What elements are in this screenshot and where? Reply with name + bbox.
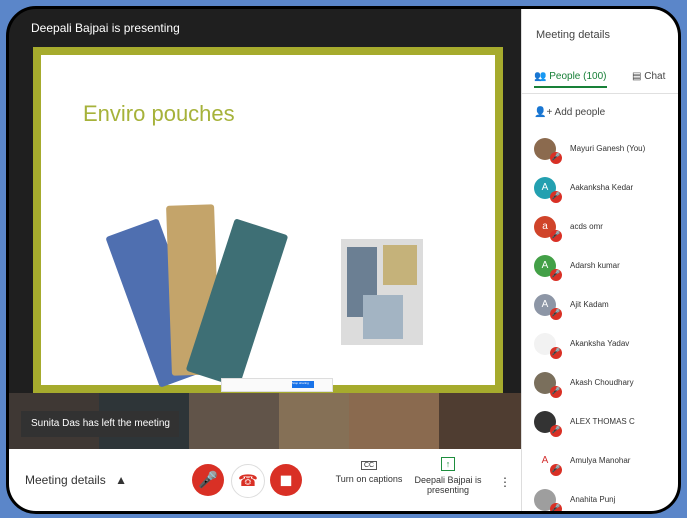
sidebar-title: Meeting details [536,29,610,41]
list-item[interactable]: a 🎤 acds omr [534,207,678,246]
person-name: Akanksha Yadav [570,339,630,348]
video-thumbnails: Sunita Das has left the meeting [9,393,521,449]
captions-button[interactable]: CC Turn on captions [329,459,409,484]
avatar: A 🎤 [534,176,562,203]
list-item[interactable]: 🎤 Akash Choudhary [534,363,678,402]
list-item[interactable]: A 🎤 Adarsh kumar [534,246,678,285]
add-people-label: Add people [554,107,606,118]
tab-chat[interactable]: ▤ Chat [632,71,665,82]
avatar: 🎤 [534,371,562,398]
people-list: 🎤 Mayuri Ganesh (You) A 🎤 Aakanksha Kedar a 🎤 a… [534,129,678,511]
mic-muted-icon: 🎤 [550,502,562,511]
mic-muted-icon: 🎤 [550,346,562,359]
captions-label: Turn on captions [335,474,403,484]
slide-title: Enviro pouches [83,101,235,126]
person-name: acds omr [570,222,603,231]
person-name: Ajit Kadam [570,300,609,309]
collage-part [383,245,417,285]
scrollbar[interactable] [679,129,681,145]
avatar: 🎤 [534,410,562,437]
meeting-details-toggle[interactable]: Meeting details ▲ [19,473,127,487]
sidebar-tabs: 👥 People (100) ▤ Chat [522,67,678,94]
person-name: Akash Choudhary [570,378,634,387]
add-person-icon: 👤+ [534,107,553,118]
collage-part [363,295,403,339]
presentation-stage: Deepali Bajpai is presenting Enviro pouc… [9,9,521,449]
mic-muted-icon: 🎤 [550,268,562,281]
mic-off-icon: 🎤 [198,472,218,489]
avatar: 🎤 [534,137,562,164]
list-item[interactable]: 🎤 Akanksha Yadav [534,324,678,363]
avatar: A 🎤 [534,293,562,320]
collage-image [341,239,423,345]
slide-frame: Enviro pouches Stop sharing [33,47,503,393]
list-item[interactable]: 🎤 Mayuri Ganesh (You) [534,129,678,168]
tab-chat-label: Chat [644,71,666,82]
avatar: A 🎤 [534,254,562,281]
camera-off-icon: ◼ [279,472,293,489]
avatar: 🎤 [534,332,562,359]
stop-sharing-button[interactable]: Stop sharing [292,381,314,388]
tab-people-label: People (100) [549,71,607,82]
person-name: Amulya Manohar [570,456,631,465]
present-button[interactable]: ↑ Deepali Bajpai is presenting [413,457,483,495]
mic-muted-icon: 🎤 [550,190,562,203]
presenting-label: Deepali Bajpai is presenting [414,475,482,495]
list-item[interactable]: A 🎤 Amulya Manohar [534,441,678,480]
avatar: 🎤 [534,488,562,511]
video-tile[interactable] [439,393,521,449]
person-name: Mayuri Ganesh (You) [570,144,646,153]
avatar: A 🎤 [534,449,562,476]
video-tile[interactable] [189,393,279,449]
notification-toast: Sunita Das has left the meeting [21,411,179,437]
share-bar: Stop sharing [221,378,333,392]
mic-muted-icon: 🎤 [550,151,562,164]
mic-muted-icon: 🎤 [550,307,562,320]
chevron-up-icon: ▲ [115,473,127,487]
add-people-button[interactable]: 👤+ Add people [534,107,605,118]
meeting-details-sidebar: Meeting details 👥 People (100) ▤ Chat 👤+… [521,9,681,511]
person-name: Aakanksha Kedar [570,183,634,192]
chat-icon: ▤ [632,71,642,82]
meeting-details-label: Meeting details [25,473,106,487]
person-name: Anahita Punj [570,495,616,504]
list-item[interactable]: 🎤 ALEX THOMAS C [534,402,678,441]
camera-off-button[interactable]: ◼ [270,464,302,496]
more-options-icon[interactable]: ⋮ [499,475,511,489]
present-icon: ↑ [441,457,455,471]
leave-call-button[interactable]: ☎ [231,464,265,498]
list-item[interactable]: A 🎤 Ajit Kadam [534,285,678,324]
people-icon: 👥 [534,71,547,82]
presenter-label: Deepali Bajpai is presenting [31,21,180,35]
mic-muted-icon: 🎤 [550,463,562,476]
list-item[interactable]: 🎤 Anahita Punj [534,480,678,511]
person-name: Adarsh kumar [570,261,620,270]
captions-icon: CC [360,461,378,470]
video-tile[interactable] [279,393,349,449]
video-tile[interactable] [349,393,439,449]
mic-muted-icon: 🎤 [550,385,562,398]
slide: Enviro pouches Stop sharing [41,55,495,392]
list-item[interactable]: A 🎤 Aakanksha Kedar [534,168,678,207]
tab-people[interactable]: 👥 People (100) [534,71,607,88]
mic-off-button[interactable]: 🎤 [192,464,224,496]
control-bar: Meeting details ▲ 🎤 ☎ ◼ CC Turn on capti… [9,449,521,511]
mic-muted-icon: 🎤 [550,229,562,242]
avatar: a 🎤 [534,215,562,242]
person-name: ALEX THOMAS C [570,417,635,426]
phone-hangup-icon: ☎ [238,473,258,490]
mic-muted-icon: 🎤 [550,424,562,437]
meet-window: Deepali Bajpai is presenting Enviro pouc… [6,6,681,514]
